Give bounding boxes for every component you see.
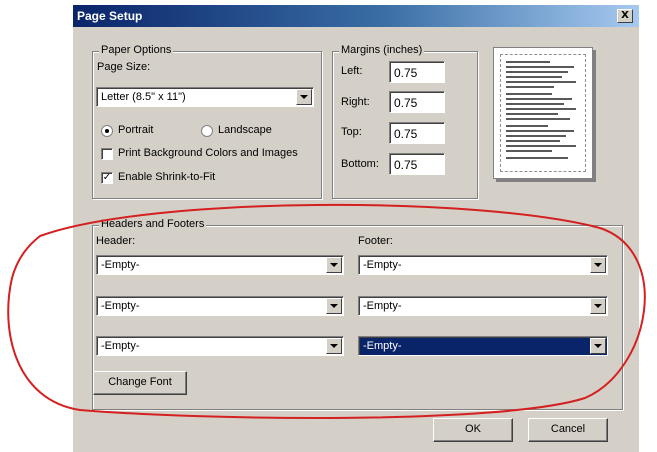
right-margin-label: Right: — [341, 96, 370, 108]
footer-dropdown-2[interactable]: -Empty- — [358, 296, 608, 316]
chevron-down-icon[interactable] — [326, 257, 342, 273]
bottom-margin-label: Bottom: — [341, 158, 379, 170]
footer-dropdown-1[interactable]: -Empty- — [358, 255, 608, 275]
top-margin-input[interactable]: 0.75 — [389, 122, 445, 144]
close-button[interactable]: X — [617, 9, 633, 23]
checkmark-icon: ✓ — [102, 172, 112, 183]
left-margin-label: Left: — [341, 65, 363, 77]
footer-value-3: -Empty- — [363, 340, 402, 352]
page-size-label: Page Size: — [97, 61, 151, 73]
header-value-1: -Empty- — [101, 259, 140, 271]
chevron-down-icon[interactable] — [590, 338, 606, 354]
header-value-3: -Empty- — [101, 340, 140, 352]
bottom-margin-input[interactable]: 0.75 — [389, 153, 445, 175]
page-setup-dialog: Page Setup X Paper Options Page Size: Le… — [73, 5, 639, 452]
print-background-label[interactable]: Print Background Colors and Images — [118, 147, 298, 159]
portrait-label[interactable]: Portrait — [118, 124, 153, 136]
chevron-down-icon[interactable] — [296, 89, 312, 105]
left-margin-value: 0.75 — [394, 66, 418, 80]
change-font-button[interactable]: Change Font — [93, 371, 187, 395]
margins-legend: Margins (inches) — [339, 44, 425, 56]
footer-dropdown-3[interactable]: -Empty- — [358, 336, 608, 356]
chevron-down-icon[interactable] — [326, 298, 342, 314]
footer-value-1: -Empty- — [363, 259, 402, 271]
chevron-down-icon[interactable] — [590, 298, 606, 314]
right-margin-input[interactable]: 0.75 — [389, 91, 445, 113]
headers-footers-legend: Headers and Footers — [99, 218, 207, 230]
chevron-down-icon[interactable] — [590, 257, 606, 273]
preview-text-lines — [506, 61, 576, 159]
header-value-2: -Empty- — [101, 300, 140, 312]
ok-button[interactable]: OK — [433, 418, 513, 442]
top-margin-value: 0.75 — [394, 127, 418, 141]
header-dropdown-2[interactable]: -Empty- — [96, 296, 344, 316]
paper-options-legend: Paper Options — [99, 44, 174, 56]
landscape-label[interactable]: Landscape — [218, 124, 272, 136]
title-bar[interactable]: Page Setup X — [73, 5, 639, 27]
shrink-to-fit-checkbox[interactable]: ✓ — [101, 172, 113, 184]
top-margin-label: Top: — [341, 126, 362, 138]
shrink-to-fit-label[interactable]: Enable Shrink-to-Fit — [118, 171, 215, 183]
close-icon: X — [621, 10, 629, 21]
cancel-button[interactable]: Cancel — [528, 418, 608, 442]
header-dropdown-3[interactable]: -Empty- — [96, 336, 344, 356]
footer-label: Footer: — [358, 235, 393, 247]
page-size-dropdown[interactable]: Letter (8.5" x 11") — [96, 87, 314, 107]
portrait-radio[interactable] — [101, 125, 113, 137]
landscape-radio[interactable] — [201, 125, 213, 137]
print-background-checkbox[interactable] — [101, 148, 113, 160]
dialog-title: Page Setup — [77, 9, 143, 23]
right-margin-value: 0.75 — [394, 96, 418, 110]
footer-value-2: -Empty- — [363, 300, 402, 312]
left-margin-input[interactable]: 0.75 — [389, 61, 445, 83]
header-label: Header: — [96, 235, 136, 247]
bottom-margin-value: 0.75 — [394, 158, 418, 172]
page-size-value: Letter (8.5" x 11") — [101, 91, 186, 103]
header-dropdown-1[interactable]: -Empty- — [96, 255, 344, 275]
chevron-down-icon[interactable] — [326, 338, 342, 354]
page-preview-icon — [493, 47, 593, 179]
